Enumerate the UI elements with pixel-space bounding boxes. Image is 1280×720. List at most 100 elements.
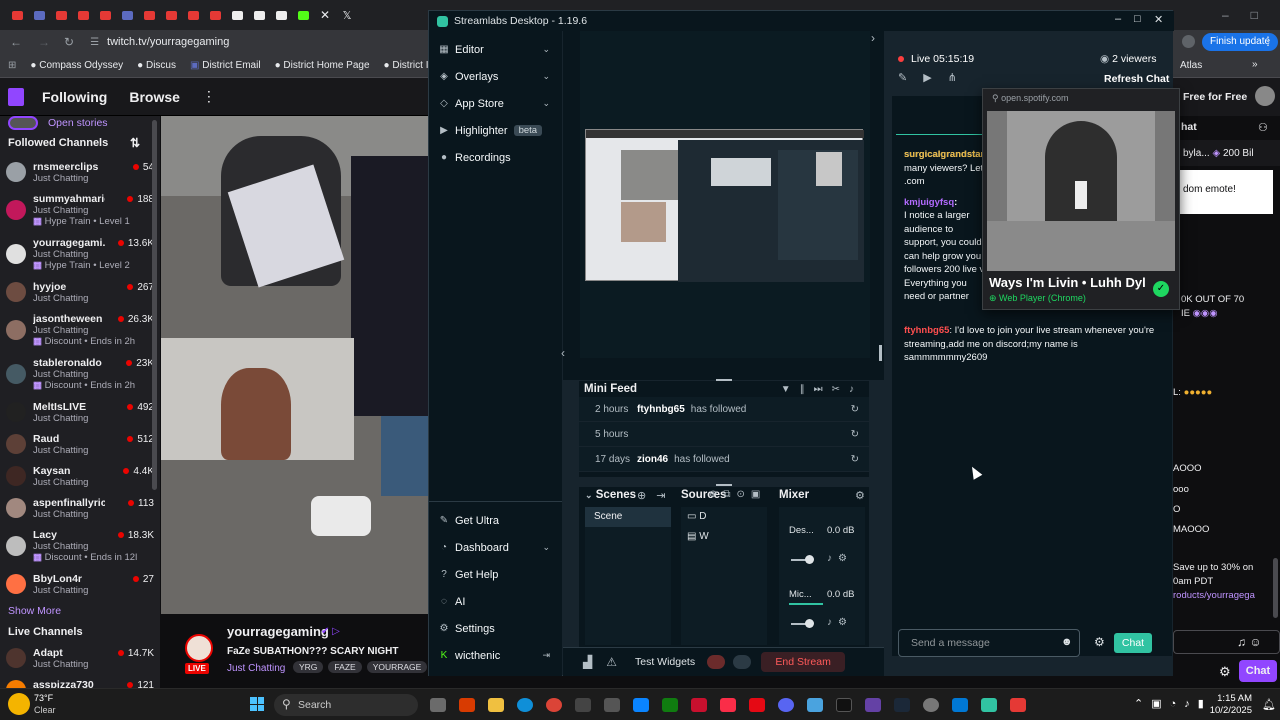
reload-icon[interactable]: ↻ <box>64 35 74 49</box>
kick-tab-icon[interactable] <box>292 4 314 26</box>
nav-account[interactable]: Kwicthenic ⇥ <box>429 642 562 669</box>
epic-icon[interactable] <box>575 698 591 712</box>
nav-dashboard[interactable]: ◔ Dashboard ⌄ <box>429 534 562 561</box>
chat-input[interactable] <box>1173 630 1280 654</box>
back-icon[interactable]: ← <box>10 35 22 49</box>
file-explorer-icon[interactable] <box>488 698 504 712</box>
volume-slider[interactable] <box>805 555 814 564</box>
chat-settings-icon[interactable]: ⚙ <box>1094 635 1105 649</box>
url-text[interactable]: twitch.tv/yourragegaming <box>107 36 229 48</box>
more-icon[interactable]: ⋮ <box>202 88 216 105</box>
alert-icon[interactable]: ⚠ <box>606 655 617 669</box>
more-bookmarks-icon[interactable]: » <box>1252 59 1258 70</box>
close-icon[interactable]: ✕ <box>1154 13 1163 26</box>
sidebar-scrollbar[interactable] <box>152 120 157 490</box>
category-link[interactable]: Just Chatting <box>227 663 285 674</box>
tab-icon[interactable] <box>6 4 28 26</box>
bookmark[interactable]: ● District Home Page <box>275 60 370 71</box>
tab-icon[interactable] <box>182 4 204 26</box>
taskbar-search[interactable]: ⚲ Search <box>274 694 418 716</box>
nav-browse[interactable]: Browse <box>129 89 180 105</box>
scene-actions[interactable]: ⊕⇥ <box>637 489 675 502</box>
settings-icon[interactable] <box>923 698 939 712</box>
open-stories-link[interactable]: Open stories <box>48 117 108 129</box>
nav-get-help[interactable]: ? Get Help <box>429 561 562 588</box>
start-icon[interactable] <box>250 697 264 711</box>
tab-icon[interactable] <box>72 4 94 26</box>
live-channel-item[interactable]: asspizza730Just Chatting121 <box>0 674 160 688</box>
weather-icon[interactable] <box>8 693 30 715</box>
user-avatar[interactable] <box>1255 86 1275 106</box>
minimize-icon[interactable]: – <box>1115 13 1121 25</box>
record-button[interactable] <box>707 655 726 669</box>
clock-date[interactable]: 10/2/2025 <box>1204 705 1252 716</box>
notification-icon[interactable]: 🔔︎ <box>1262 698 1276 711</box>
tab-icon[interactable] <box>94 4 116 26</box>
show-more-link[interactable]: Show More <box>0 600 160 622</box>
source-actions[interactable]: ⊕⧉⊙▣ <box>709 489 766 500</box>
app-icon[interactable] <box>1010 698 1026 712</box>
chat-username[interactable]: surgicalgrandstand <box>904 148 990 162</box>
tiktok-tab-icon[interactable] <box>270 4 292 26</box>
channel-item[interactable]: Lacy Just Chatting ▦ Discount • Ends in 12… <box>0 524 160 568</box>
app-icon[interactable] <box>604 698 620 712</box>
chat-username[interactable]: ftyhnbg65 <box>904 325 949 336</box>
apps-icon[interactable]: ⊞ <box>8 60 16 71</box>
x-tab-icon[interactable]: 𝕏 <box>336 4 358 26</box>
tab-icon[interactable] <box>28 4 50 26</box>
channel-item[interactable]: stableronaldo Just Chatting ▦ Discount • E… <box>0 352 160 396</box>
bookmark[interactable]: ● Compass Odyssey <box>30 60 123 71</box>
xbox-icon[interactable] <box>662 698 678 712</box>
netflix-icon[interactable] <box>749 698 765 712</box>
tab-icon[interactable] <box>50 4 72 26</box>
streamlabs-icon[interactable] <box>981 698 997 712</box>
replay-icon[interactable]: ↻ <box>851 429 859 440</box>
channel-item[interactable]: rnsmeerclips Just Chatting 54 <box>0 156 160 188</box>
stats-icon[interactable]: ▟ <box>583 655 592 669</box>
chat-send-button[interactable]: Chat <box>1239 660 1277 682</box>
chat-settings-icon[interactable]: ⚙ <box>1219 664 1231 680</box>
app-icon[interactable] <box>691 698 707 712</box>
bookmark[interactable]: ▣ District Email <box>190 60 261 71</box>
tiktok-icon[interactable] <box>836 698 852 712</box>
tab-icon[interactable] <box>160 4 182 26</box>
edge-icon[interactable] <box>517 698 533 712</box>
bookmark-atlas[interactable]: Atlas <box>1180 60 1202 71</box>
nav-settings[interactable]: ⚙ Settings <box>429 615 562 642</box>
sort-icon[interactable]: ⇅ <box>130 136 140 150</box>
notepad-icon[interactable] <box>952 698 968 712</box>
nav-app-store[interactable]: ◇ App Store ⌄ <box>429 90 562 117</box>
streamer-name[interactable]: yourragegaming <box>227 624 329 639</box>
nav-ai[interactable]: ◌ AI <box>429 588 562 615</box>
replay-icon[interactable]: ↻ <box>851 454 859 465</box>
window-controls[interactable]: –□ <box>1222 8 1280 22</box>
tag[interactable]: YRG <box>293 661 324 673</box>
chrome-icon[interactable] <box>546 698 562 712</box>
nav-get-ultra[interactable]: ✎ Get Ultra <box>429 507 562 534</box>
source-item[interactable]: ▤ W <box>681 527 767 547</box>
spotify-media-popup[interactable]: ⚲ open.spotify.com Ways I'm Livin • Luhh… <box>982 88 1180 310</box>
stream-preview[interactable] <box>585 129 864 282</box>
menu-icon[interactable]: ⋮ <box>1262 34 1274 48</box>
tab-icon[interactable] <box>204 4 226 26</box>
store-icon[interactable] <box>633 698 649 712</box>
streamer-avatar[interactable] <box>185 634 213 662</box>
site-info-icon[interactable]: ☰ <box>90 37 99 48</box>
audio-controls[interactable]: ♪⚙ <box>827 617 853 628</box>
refresh-chat-button[interactable]: Refresh Chat <box>1104 73 1169 85</box>
maximize-icon[interactable]: □ <box>1134 13 1141 25</box>
close-tab-icon[interactable]: ✕ <box>314 4 336 26</box>
steam-icon[interactable] <box>894 698 910 712</box>
channel-item[interactable]: summyahmarie Just Chatting ▦ Hype Train • … <box>0 188 160 232</box>
nav-recordings[interactable]: ● Recordings <box>429 144 562 171</box>
chat-scrollbar[interactable] <box>1273 558 1278 618</box>
app-icon[interactable] <box>807 698 823 712</box>
twitch-logo-icon[interactable] <box>8 87 24 106</box>
tag[interactable]: FAZE <box>328 661 362 673</box>
emoji-icon[interactable]: ☻ <box>1061 636 1073 648</box>
channel-item[interactable]: BbyLon4r Just Chatting 27 <box>0 568 160 600</box>
chevron-left-icon[interactable]: ‹ <box>561 346 565 360</box>
system-tray-icons[interactable]: ⌃▣◔♪▮ <box>1134 697 1212 710</box>
clock-time[interactable]: 1:15 AM <box>1212 693 1252 704</box>
users-icon[interactable]: ⚇ <box>1258 121 1268 134</box>
